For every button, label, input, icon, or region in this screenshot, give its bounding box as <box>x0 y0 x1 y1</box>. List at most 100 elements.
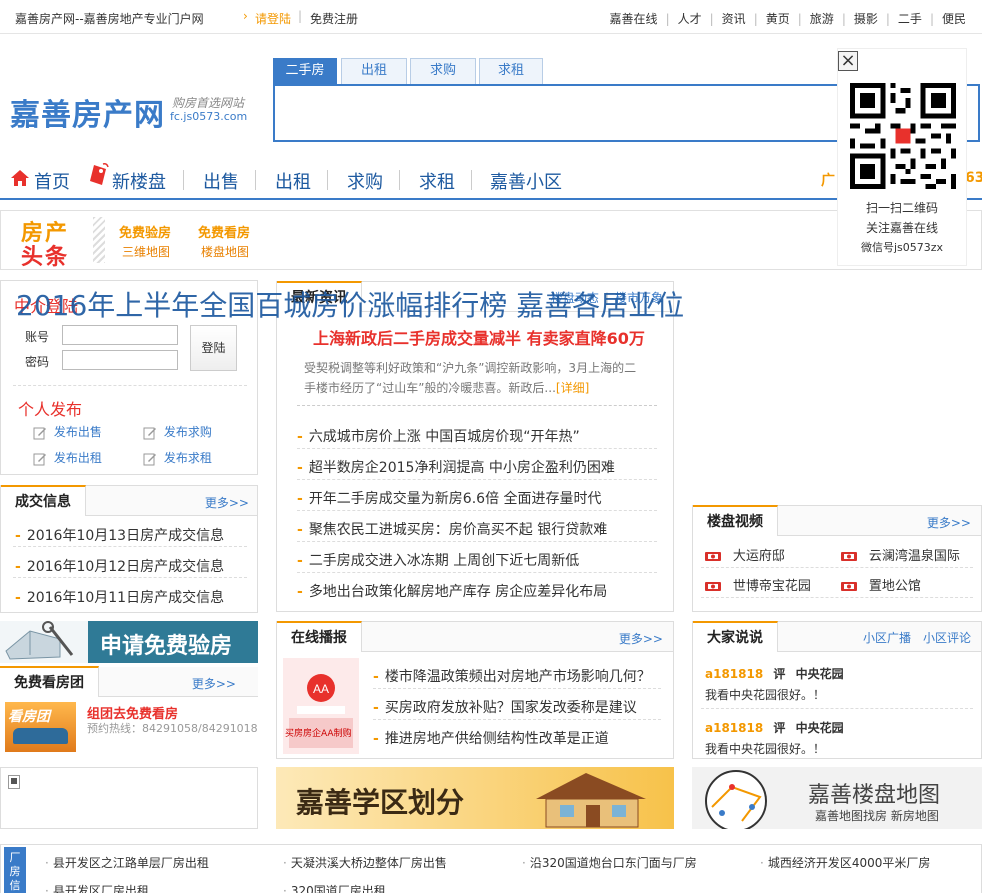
logo-url: fc.js0573.com <box>170 110 248 123</box>
account-label: 账号 <box>25 330 50 344</box>
list-item[interactable]: -2016年10月12日房产成交信息 <box>15 556 224 576</box>
broadcast-title: 在线播报 <box>277 621 362 652</box>
news-box: 最新资讯 楼盘动态 | 楼市万象 上海新政后二手房成交量减半 有卖家直降60万 受契… <box>276 281 674 612</box>
tab-community-review[interactable]: 小区评论 <box>923 631 971 645</box>
broadcast-item[interactable]: - 买房政府发放补贴？国家发改委称是建议 <box>373 697 637 717</box>
account-field[interactable] <box>62 325 178 345</box>
top-link-sheying[interactable]: 摄影 <box>854 12 878 26</box>
publish-rent-link[interactable]: 发布出租 <box>33 449 102 466</box>
password-field[interactable] <box>62 350 178 370</box>
nav-home[interactable]: 首页 <box>34 168 70 194</box>
news-item[interactable]: - 多地出台政策化解房地产库存 房企应差异化布局 <box>297 581 607 601</box>
project-map-banner[interactable]: 嘉善楼盘地图 嘉善地图找房 新房地图 <box>692 767 982 829</box>
video-camera-icon <box>705 579 721 593</box>
qr-popup: × 扫一扫二维码 关注嘉善在线 微信号js0573zx <box>837 48 967 266</box>
free-inspect-link[interactable]: 免费验房 <box>119 222 171 241</box>
group-visit-title: 免费看房团 <box>0 666 99 697</box>
top-link-zixun[interactable]: 资讯 <box>722 12 746 26</box>
broadcast-item[interactable]: - 楼市降温政策频出对房地产市场影响几何？ <box>373 666 651 686</box>
free-inspect-banner[interactable]: 申请免费验房 <box>0 621 258 663</box>
free-visit-link[interactable]: 免费看房 <box>198 222 250 241</box>
school-district-banner[interactable]: 嘉善学区划分 <box>276 767 674 829</box>
video-item[interactable]: 大运府邸 <box>705 545 785 564</box>
password-label: 密码 <box>25 355 50 369</box>
tab-community-broadcast[interactable]: 小区广播 <box>863 631 911 645</box>
site-title: 嘉善房产网--嘉善房地产专业门户网 <box>15 12 204 26</box>
nav-sale[interactable]: 出售 <box>203 168 239 194</box>
login-link[interactable]: 请登陆 <box>255 10 291 27</box>
nav-rent[interactable]: 出租 <box>275 168 311 194</box>
publish-sale-link[interactable]: 发布出售 <box>33 423 102 440</box>
group-visit-image[interactable]: 看房团 <box>5 702 76 752</box>
headline-badge: 房产 头条 <box>21 221 70 270</box>
deals-more-link[interactable]: 更多>> <box>205 494 249 511</box>
home-icon <box>10 169 30 187</box>
group-visit-more-link[interactable]: 更多>> <box>192 675 236 692</box>
talk-text: 我看中央花园很好。！ <box>705 688 826 702</box>
news-detail-link[interactable]: [详细] <box>556 381 589 395</box>
video-camera-icon <box>841 579 857 593</box>
top-link-lvyou[interactable]: 旅游 <box>810 12 834 26</box>
logo-slogan: 购房首选网站 <box>172 96 245 110</box>
top-link-zaixian[interactable]: 嘉善在线 <box>610 12 658 26</box>
talk-item[interactable]: a181818 评 中央花园 <box>705 665 844 682</box>
svg-text:AA: AA <box>313 682 329 696</box>
talk-text: 我看中央花园很好。！ <box>705 742 826 756</box>
video-item[interactable]: 云澜湾温泉国际 <box>841 545 960 564</box>
broadcast-image[interactable]: AA 买房房企AA制购 <box>283 658 359 754</box>
news-headline[interactable]: 上海新政后二手房成交量减半 有卖家直降60万 <box>313 325 645 349</box>
register-link[interactable]: 免费注册 <box>310 10 358 27</box>
video-more-link[interactable]: 更多>> <box>927 514 971 531</box>
talk-item[interactable]: a181818 评 中央花园 <box>705 719 844 736</box>
list-item[interactable]: -2016年10月13日房产成交信息 <box>15 525 224 545</box>
map-icon <box>705 770 767 829</box>
search-tab-ershoufang[interactable]: 二手房 <box>273 58 337 84</box>
logo[interactable]: 嘉善房产网 购房首选网站 fc.js0573.com <box>10 88 265 133</box>
video-item[interactable]: 置地公馆 <box>841 575 921 594</box>
search-tab-qiugou[interactable]: 求购 <box>410 58 476 84</box>
qr-code-image <box>850 83 956 189</box>
close-button[interactable]: × <box>838 51 858 71</box>
list-item[interactable]: -2016年10月11日房产成交信息 <box>15 587 224 607</box>
factory-item[interactable]: · 沿320国道炮台口东门面与厂房 <box>522 854 697 871</box>
publish-want-rent-link[interactable]: 发布求租 <box>143 449 212 466</box>
broadcast-item[interactable]: - 推进房地产供给侧结构性改革是正道 <box>373 728 609 748</box>
search-input[interactable] <box>281 96 821 130</box>
news-item[interactable]: - 超半数房企2015净利润提高 中小房企盈利仍困难 <box>297 457 615 477</box>
factory-item[interactable]: · 县开发区之江路单层厂房出租 <box>45 854 209 871</box>
nav-new-projects[interactable]: 新楼盘 <box>112 168 166 194</box>
logo-main: 嘉善房产网 <box>10 98 165 133</box>
news-item[interactable]: - 开年二手房成交量为新房6.6倍 全面进存量时代 <box>297 488 602 508</box>
deals-box: 成交信息 更多>> -2016年10月13日房产成交信息 -2016年10月12… <box>0 485 258 613</box>
factory-item[interactable]: · 城西经济开发区4000平米厂房 <box>760 854 930 871</box>
factory-item[interactable]: · 县开发区厂房出租 <box>45 882 149 893</box>
nav-communities[interactable]: 嘉善小区 <box>490 168 562 194</box>
factory-item[interactable]: · 天凝洪溪大桥边整体厂房出售 <box>283 854 447 871</box>
publish-want-buy-link[interactable]: 发布求购 <box>143 423 212 440</box>
3d-map-link[interactable]: 三维地图 <box>122 243 170 260</box>
nav-want-rent[interactable]: 求租 <box>419 168 455 194</box>
news-summary: 受契税调整等利好政策和“沪九条”调控新政影响，3月上海的二手楼市经历了“过山车”… <box>304 361 637 395</box>
top-link-ershou[interactable]: 二手 <box>898 12 922 26</box>
video-camera-icon <box>705 549 721 563</box>
top-links: 嘉善在线 | 人才 | 资讯 | 黄页 | 旅游 | 摄影 | 二手 | 便民 <box>609 12 966 26</box>
video-item[interactable]: 世博帝宝花园 <box>705 575 811 594</box>
news-item[interactable]: - 二手房成交进入冰冻期 上周创下近七周新低 <box>297 550 579 570</box>
top-link-bianmin[interactable]: 便民 <box>942 12 966 26</box>
login-button[interactable]: 登陆 <box>190 325 237 371</box>
news-item[interactable]: - 六成城市房价上涨 中国百城房价现“开年热” <box>297 426 580 446</box>
news-item[interactable]: - 聚焦农民工进城买房：房价高买不起 银行贷款难 <box>297 519 607 539</box>
factory-item[interactable]: · 320国道厂房出租 <box>283 882 386 893</box>
edit-icon <box>33 451 47 465</box>
top-link-rencai[interactable]: 人才 <box>678 12 702 26</box>
top-link-huangye[interactable]: 黄页 <box>766 12 790 26</box>
nav-want-buy[interactable]: 求购 <box>347 168 383 194</box>
search-tab-chuzu[interactable]: 出租 <box>341 58 407 84</box>
search-tab-qiuzu[interactable]: 求租 <box>479 58 543 84</box>
empty-ad-box <box>0 767 258 829</box>
project-map-link[interactable]: 楼盘地图 <box>201 243 249 260</box>
group-visit-box: 免费看房团 更多>> 看房团 组团去免费看房 预约热线：84291058/842… <box>0 666 258 759</box>
scrolling-headline[interactable]: 2016年上半年全国百城房价涨幅排行榜 嘉善各居业位 <box>16 284 696 320</box>
broadcast-more-link[interactable]: 更多>> <box>619 630 663 647</box>
edit-icon <box>33 425 47 439</box>
